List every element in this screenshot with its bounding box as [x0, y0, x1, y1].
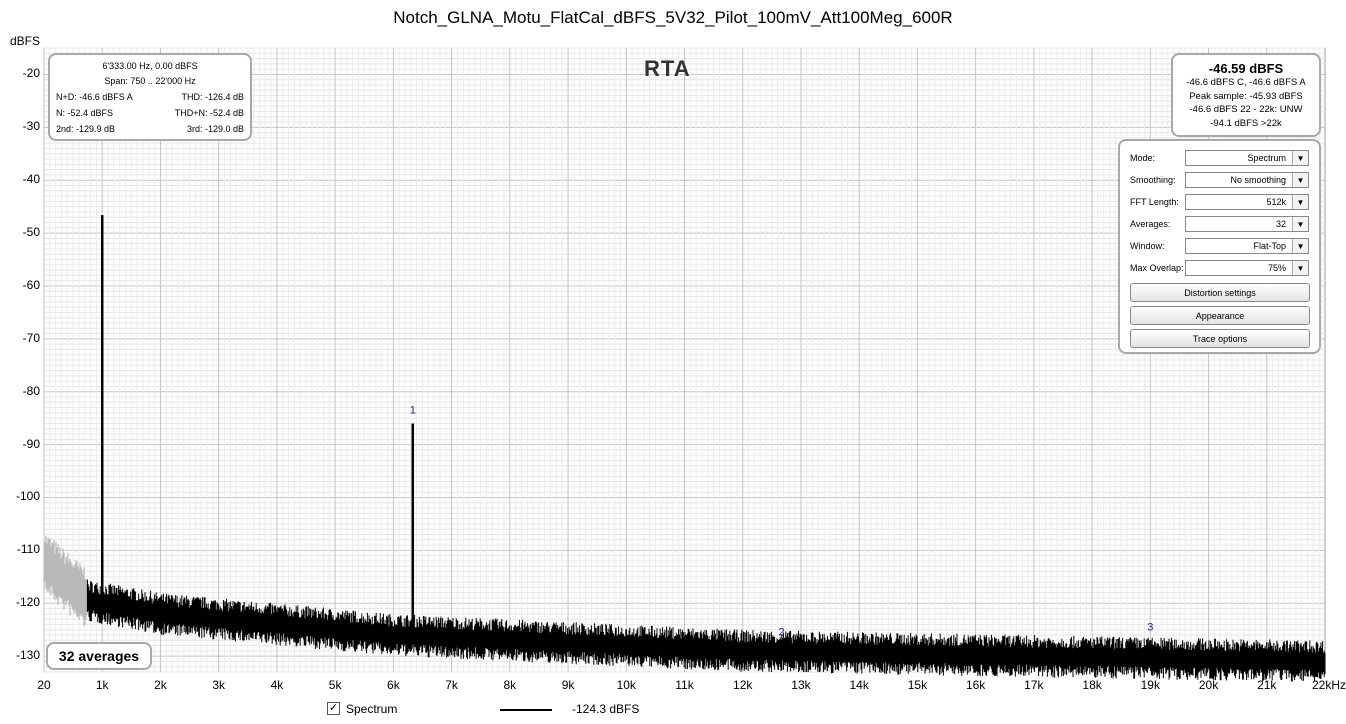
peak-marker-label: 3 — [1147, 621, 1153, 633]
y-tick-label: -60 — [22, 277, 40, 292]
y-tick-label: -70 — [22, 330, 40, 345]
max-overlap-label: Max Overlap: — [1130, 263, 1184, 273]
thd-readout: THD: -126.4 dB — [181, 92, 244, 102]
level-peak-sample: Peak sample: -45.93 dBFS — [1189, 90, 1303, 102]
level-main: -46.59 dBFS — [1208, 61, 1284, 76]
x-tick-label: 6k — [387, 678, 400, 692]
window-row: Window: Flat-Top ▼ — [1130, 235, 1309, 257]
max-overlap-row: Max Overlap: 75% ▼ — [1130, 257, 1309, 279]
y-tick-label: -100 — [15, 489, 40, 504]
y-tick-label: -130 — [15, 648, 40, 663]
x-tick-label: 20k — [1198, 678, 1219, 692]
level-weighted: -46.6 dBFS C, -46.6 dBFS A — [1186, 77, 1306, 88]
timestamp: 22.04.21 19:27 — [1240, 657, 1314, 669]
noise-readout: N: -52.4 dBFS — [56, 108, 114, 118]
y-tick-label: -90 — [22, 436, 40, 451]
y-tick-label: -80 — [22, 383, 40, 398]
fft-length-row: FFT Length: 512k ▼ — [1130, 191, 1309, 213]
window-label: Window: — [1130, 241, 1165, 251]
x-tick-label: 2k — [154, 678, 167, 692]
chevron-down-icon: ▼ — [1292, 261, 1308, 275]
x-tick-label: 20 — [37, 678, 51, 692]
smoothing-row: Smoothing: No smoothing ▼ — [1130, 169, 1309, 191]
x-tick-label: 16k — [965, 678, 986, 692]
fft-length-select[interactable]: 512k ▼ — [1184, 194, 1309, 210]
fundamental-readout: 6'333.00 Hz, 0.00 dBFS — [102, 61, 198, 71]
y-tick-label: -50 — [22, 225, 40, 240]
plot-label: RTA — [644, 56, 691, 81]
rta-controls-panel: Mode: Spectrum ▼ Smoothing: No smoothing ▼… — [1118, 139, 1321, 354]
max-overlap-select[interactable]: 75% ▼ — [1184, 260, 1309, 276]
fft-length-label: FFT Length: — [1130, 197, 1179, 207]
y-tick-label: -20 — [22, 66, 40, 81]
y-tick-label: -120 — [15, 595, 40, 610]
x-tick-label: 9k — [561, 678, 575, 692]
chevron-down-icon: ▼ — [1292, 239, 1308, 253]
peak-marker-label: 2 — [778, 627, 784, 639]
third-harmonic-readout: 3rd: -129.0 dB — [186, 124, 244, 134]
appearance-button[interactable]: Appearance — [1130, 306, 1310, 325]
x-tick-label: 14k — [849, 678, 869, 692]
x-tick-label: 10k — [616, 678, 636, 692]
level-readout-panel: -46.59 dBFS -46.6 dBFS C, -46.6 dBFS A P… — [1171, 53, 1321, 137]
legend-series-value: -124.3 dBFS — [572, 702, 640, 716]
x-tick-label: 22kHz — [1311, 678, 1346, 692]
y-tick-label: -30 — [22, 119, 40, 134]
legend-series-name: Spectrum — [346, 702, 398, 716]
y-tick-label: -40 — [22, 172, 40, 187]
x-tick-label: 5k — [328, 678, 342, 692]
averages-label: Averages: — [1130, 219, 1171, 229]
thdn-readout: THD+N: -52.4 dB — [174, 108, 244, 118]
x-tick-label: 19k — [1140, 678, 1160, 692]
chevron-down-icon: ▼ — [1292, 151, 1308, 165]
y-tick-label: -110 — [16, 542, 40, 557]
averages-select[interactable]: 32 ▼ — [1184, 216, 1309, 232]
level-above-22k: -94.1 dBFS >22k — [1210, 117, 1282, 129]
legend-line-swatch — [500, 709, 552, 711]
smoothing-label: Smoothing: — [1130, 175, 1176, 185]
legend: ✓ Spectrum -124.3 dBFS — [0, 702, 1346, 722]
level-unweighted: -46.6 dBFS 22 - 22k: UNW — [1189, 104, 1303, 115]
mode-select[interactable]: Spectrum ▼ — [1184, 150, 1309, 166]
x-tick-label: 15k — [907, 678, 928, 692]
chevron-down-icon: ▼ — [1292, 173, 1308, 187]
x-tick-label: 7k — [445, 678, 458, 692]
averages-row: Averages: 32 ▼ — [1130, 213, 1309, 235]
x-tick-label: 21k — [1257, 678, 1277, 692]
x-tick-label: 3k — [212, 678, 226, 692]
span-readout: Span: 750 .. 22'000 Hz — [104, 76, 196, 86]
trace-options-button[interactable]: Trace options — [1130, 329, 1310, 348]
x-tick-label: 17k — [1024, 678, 1044, 692]
spectrum-checkbox[interactable]: ✓ — [327, 702, 340, 715]
chevron-down-icon: ▼ — [1292, 217, 1308, 231]
x-tick-label: 11k — [675, 678, 694, 692]
x-tick-label: 13k — [791, 678, 811, 692]
distortion-settings-button[interactable]: Distortion settings — [1130, 283, 1310, 302]
x-tick-label: 8k — [503, 678, 517, 692]
x-tick-label: 18k — [1082, 678, 1102, 692]
peak-marker-label: 1 — [410, 404, 416, 416]
x-tick-label: 4k — [270, 678, 284, 692]
window-select[interactable]: Flat-Top ▼ — [1184, 238, 1309, 254]
x-tick-label: 1k — [95, 678, 109, 692]
distortion-readout-panel: 6'333.00 Hz, 0.00 dBFS Span: 750 .. 22'0… — [48, 53, 252, 141]
x-tick-label: 12k — [733, 678, 753, 692]
smoothing-select[interactable]: No smoothing ▼ — [1184, 172, 1309, 188]
second-harmonic-readout: 2nd: -129.9 dB — [56, 124, 116, 134]
mode-row: Mode: Spectrum ▼ — [1130, 147, 1309, 169]
averages-badge: 32 averages — [46, 642, 152, 670]
chevron-down-icon: ▼ — [1292, 195, 1308, 209]
nd-readout: N+D: -46.6 dBFS A — [56, 92, 133, 102]
mode-label: Mode: — [1130, 153, 1156, 163]
